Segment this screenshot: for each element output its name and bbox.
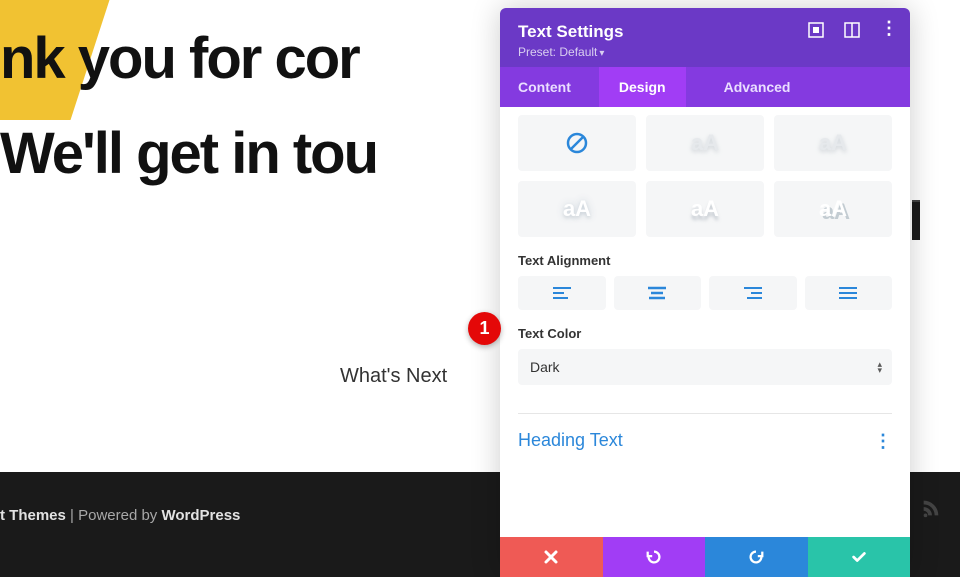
text-style-shadow-1[interactable]: aA bbox=[646, 115, 764, 171]
align-center-button[interactable] bbox=[614, 276, 702, 310]
close-button[interactable] bbox=[500, 537, 603, 577]
align-justify-button[interactable] bbox=[805, 276, 893, 310]
headline-line-1: nk you for cor bbox=[0, 25, 359, 92]
text-style-bottom-shadow[interactable]: aA bbox=[646, 181, 764, 237]
preset-selector[interactable]: Preset: Default▾ bbox=[518, 45, 892, 59]
footer-text: t Themes | Powered by WordPress bbox=[0, 507, 240, 524]
settings-panel: Text Settings Preset: Default▾ ⋮ Content… bbox=[500, 8, 910, 577]
more-icon[interactable]: ⋮ bbox=[880, 22, 896, 38]
save-button[interactable] bbox=[808, 537, 911, 577]
undo-button[interactable] bbox=[603, 537, 706, 577]
redo-button[interactable] bbox=[705, 537, 808, 577]
footer-themes: t Themes bbox=[0, 507, 66, 524]
align-left-button[interactable] bbox=[518, 276, 606, 310]
panel-tabs: Content Design Advanced bbox=[500, 67, 910, 107]
tab-content[interactable]: Content bbox=[500, 67, 599, 107]
whats-next-heading: What's Next bbox=[340, 365, 447, 388]
text-color-select[interactable]: Dark ▴▾ bbox=[518, 349, 892, 385]
accordion-more-icon[interactable]: ⋮ bbox=[874, 435, 892, 447]
column-icon[interactable] bbox=[844, 22, 860, 38]
align-right-button[interactable] bbox=[709, 276, 797, 310]
label-text-alignment: Text Alignment bbox=[518, 253, 892, 268]
right-edge-sliver bbox=[912, 200, 920, 240]
annotation-badge-1: 1 bbox=[468, 312, 501, 345]
text-color-value: Dark bbox=[530, 359, 560, 375]
text-style-none[interactable] bbox=[518, 115, 636, 171]
panel-body: aA aA aA aA aA Text Alignment bbox=[500, 107, 910, 537]
heading-text-accordion[interactable]: Heading Text ⋮ bbox=[518, 413, 892, 451]
text-style-diagonal-shadow[interactable]: aA bbox=[774, 181, 892, 237]
select-chevron-icon: ▴▾ bbox=[877, 361, 882, 373]
footer-wordpress: WordPress bbox=[161, 507, 240, 524]
headline-line-2: We'll get in tou bbox=[0, 120, 377, 187]
accordion-title: Heading Text bbox=[518, 430, 623, 451]
label-text-color: Text Color bbox=[518, 326, 892, 341]
tab-advanced[interactable]: Advanced bbox=[704, 67, 811, 107]
rss-icon bbox=[920, 497, 942, 519]
footer-separator: | Powered by bbox=[66, 507, 162, 524]
panel-footer bbox=[500, 537, 910, 577]
tab-design[interactable]: Design bbox=[599, 67, 686, 107]
text-style-glow[interactable]: aA bbox=[518, 181, 636, 237]
expand-icon[interactable] bbox=[808, 22, 824, 38]
panel-header: Text Settings Preset: Default▾ ⋮ bbox=[500, 8, 910, 67]
text-style-shadow-2[interactable]: aA bbox=[774, 115, 892, 171]
